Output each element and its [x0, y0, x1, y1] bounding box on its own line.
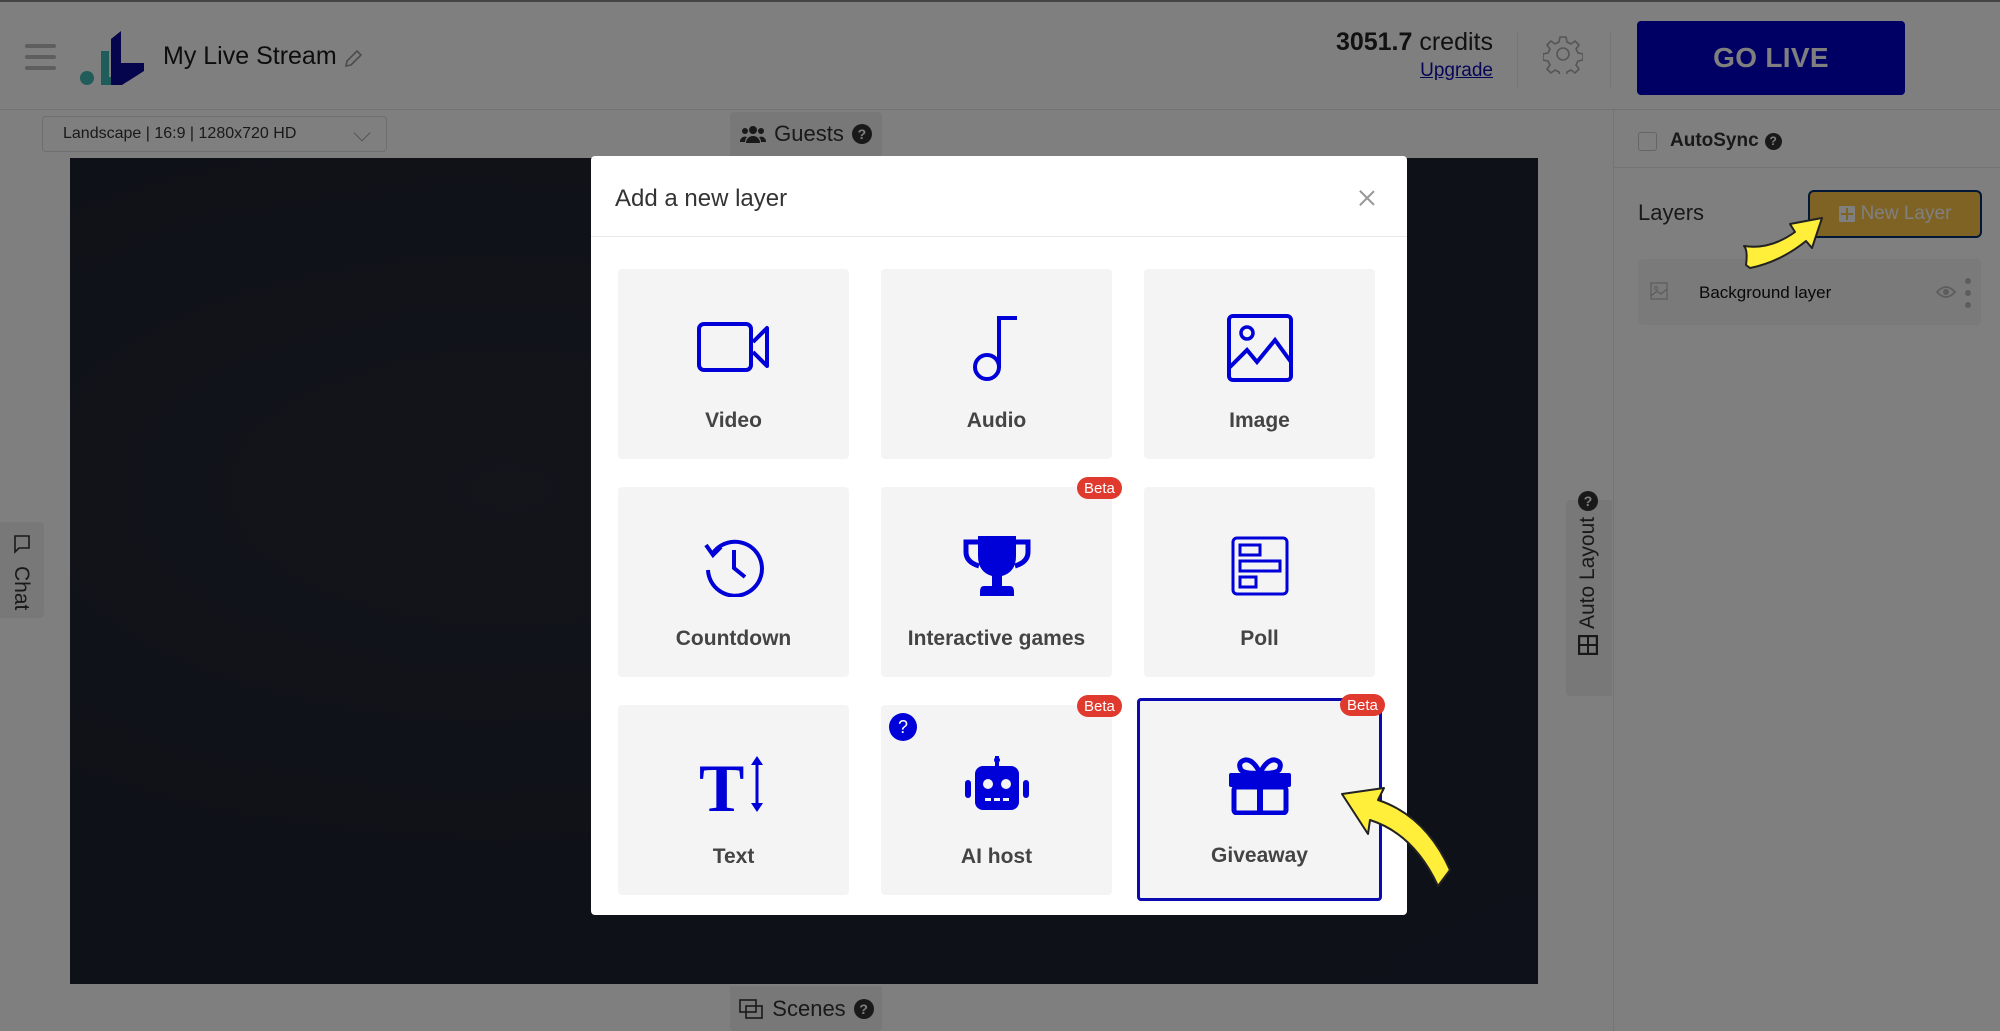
modal-title: Add a new layer [615, 185, 788, 212]
layer-option-countdown[interactable]: Countdown [618, 487, 849, 677]
robot-icon [881, 749, 1112, 819]
gift-icon [1140, 751, 1379, 821]
image-icon [1144, 313, 1375, 383]
option-label: Countdown [675, 627, 792, 650]
option-label: Poll [1240, 627, 1279, 650]
modal-header: Add a new layer [591, 156, 1407, 237]
layer-option-interactive-games[interactable]: Interactive games Beta [881, 477, 1122, 677]
svg-text:T: T [699, 753, 744, 815]
close-icon[interactable] [1356, 187, 1378, 209]
video-camera-icon [618, 313, 849, 383]
help-icon[interactable]: ? [889, 713, 917, 741]
option-label: Interactive games [907, 627, 1086, 650]
option-label: AI host [960, 845, 1033, 868]
option-label: Text [712, 845, 755, 868]
music-note-icon [881, 313, 1112, 383]
text-height-icon: T [618, 749, 849, 819]
add-layer-modal: Add a new layer Video Audio Image Countd… [591, 156, 1407, 915]
beta-badge: Beta [1077, 695, 1122, 717]
option-label: Audio [966, 409, 1027, 432]
layer-option-giveaway[interactable]: Giveaway Beta [1137, 694, 1385, 901]
layer-option-ai-host[interactable]: AI host ? Beta [881, 695, 1122, 895]
beta-badge: Beta [1340, 694, 1385, 716]
clock-history-icon [618, 531, 849, 601]
option-label: Giveaway [1211, 844, 1308, 867]
layer-option-video[interactable]: Video [618, 269, 849, 459]
layer-option-poll[interactable]: Poll [1144, 487, 1375, 677]
poll-icon [1144, 531, 1375, 601]
layer-option-audio[interactable]: Audio [881, 269, 1112, 459]
beta-badge: Beta [1077, 477, 1122, 499]
option-label: Image [1229, 409, 1290, 432]
layer-option-image[interactable]: Image [1144, 269, 1375, 459]
layer-option-text[interactable]: T Text [618, 705, 849, 895]
option-label: Video [705, 409, 762, 432]
trophy-icon [881, 531, 1112, 601]
